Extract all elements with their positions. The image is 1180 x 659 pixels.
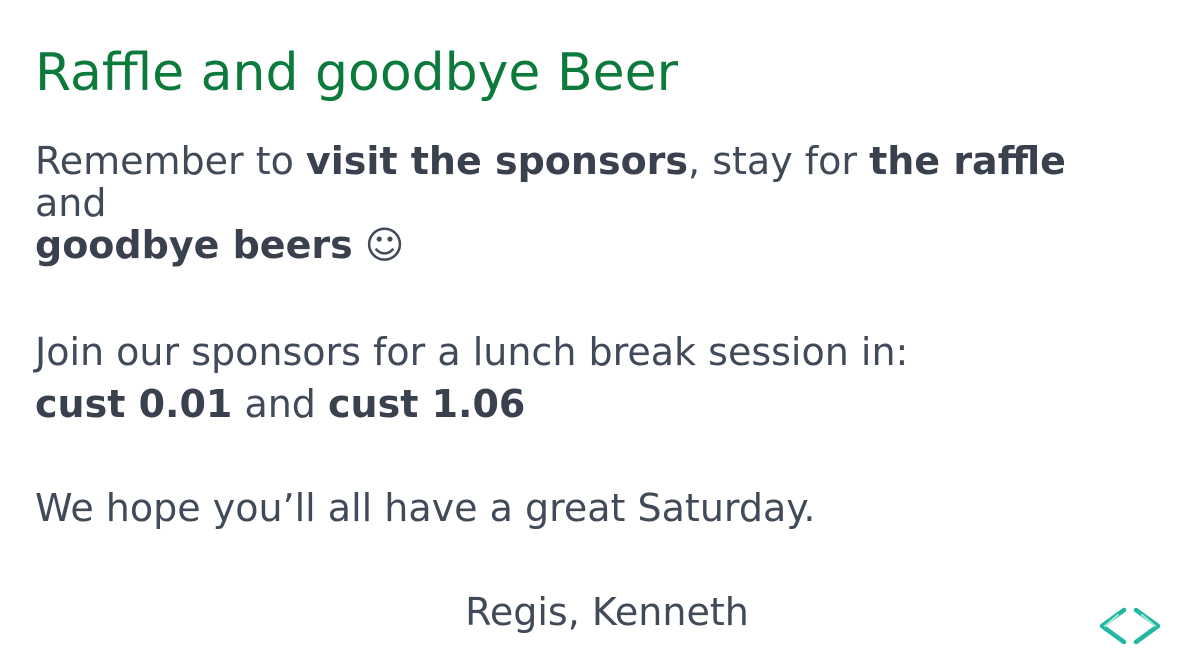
- reminder-text-1: Remember to: [35, 139, 306, 183]
- visit-sponsors-emphasis: visit the sponsors: [305, 139, 689, 183]
- room-cust-001: cust 0.01: [35, 382, 233, 426]
- closing-paragraph: We hope you’ll all have a great Saturday…: [35, 486, 816, 530]
- chevron-right-icon[interactable]: [1132, 606, 1164, 646]
- lunch-session-paragraph: Join our sponsors for a lunch break sess…: [35, 326, 1145, 430]
- slide-title: Raffle and goodbye Beer: [35, 43, 678, 103]
- reminder-text-3: and: [35, 181, 107, 225]
- slide-navigation: [1096, 606, 1164, 646]
- reminder-text-2: , stay for: [688, 139, 870, 183]
- room-cust-106: cust 1.06: [328, 382, 526, 426]
- slide-navigation-arrows: [1096, 606, 1164, 646]
- smiley-icon: ☺: [352, 223, 405, 267]
- room-join-text: and: [232, 382, 329, 426]
- lunch-session-text: Join our sponsors for a lunch break sess…: [35, 330, 909, 374]
- goodbye-beers-emphasis: goodbye beers: [35, 223, 353, 267]
- sponsors-reminder-paragraph: Remember to visit the sponsors, stay for…: [35, 140, 1145, 266]
- raffle-emphasis: the raffle: [869, 139, 1066, 183]
- slide-body: Remember to visit the sponsors, stay for…: [35, 140, 1145, 638]
- signature: Regis, Kenneth: [465, 590, 749, 634]
- chevron-left-icon[interactable]: [1096, 606, 1128, 646]
